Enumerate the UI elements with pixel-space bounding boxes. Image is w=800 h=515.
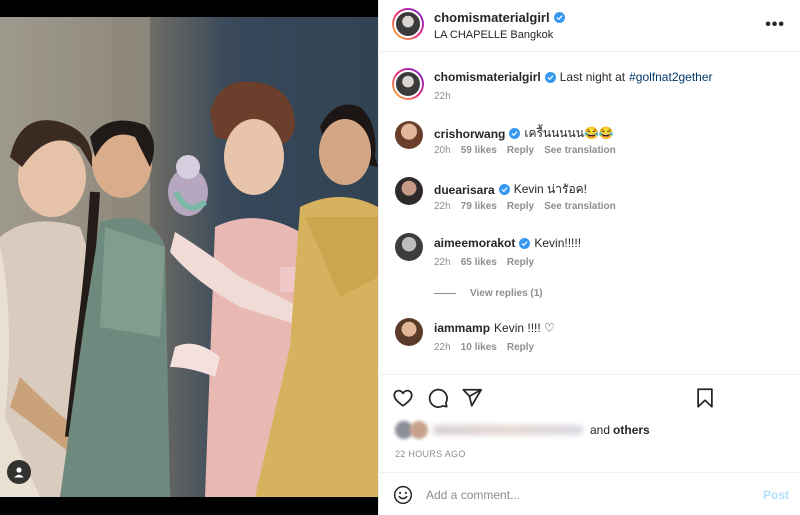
see-translation-button[interactable]: See translation [544, 201, 616, 212]
caption-meta: 22h [434, 91, 451, 102]
comment-text: Kevin!!!!! [534, 236, 582, 250]
comments-list: chomismaterialgirl Last night at #golfna… [379, 52, 800, 374]
avatar [394, 10, 422, 38]
reply-button[interactable]: Reply [507, 342, 534, 353]
caption-line: chomismaterialgirl Last night at #golfna… [434, 70, 713, 84]
comment-meta: 22h 65 likes Reply [434, 257, 534, 268]
post-details-panel: chomismaterialgirl LA CHAPELLE Bangkok •… [378, 0, 800, 515]
comment-time[interactable]: 22h [434, 342, 451, 353]
emoji-icon[interactable] [393, 485, 413, 505]
more-options-label: ••• [765, 16, 785, 33]
add-comment-bar: Post [379, 472, 800, 515]
comment-time[interactable]: 22h [434, 201, 451, 212]
post-comment-button[interactable]: Post [763, 488, 789, 502]
post-author-username[interactable]: chomismaterialgirl [434, 10, 550, 25]
instagram-post: chomismaterialgirl LA CHAPELLE Bangkok •… [0, 0, 800, 515]
avatar[interactable] [395, 177, 423, 205]
comment-input[interactable] [426, 483, 746, 507]
share-icon[interactable] [461, 387, 483, 409]
avatar [410, 421, 428, 439]
liked-by-connector: and [590, 423, 611, 437]
reply-button[interactable]: Reply [507, 201, 534, 212]
comment-username[interactable]: crishorwang [434, 127, 505, 141]
comment-line: aimeemorakot Kevin!!!!! [434, 236, 581, 250]
comment-time[interactable]: 20h [434, 145, 451, 156]
comment-line: crishorwang เครื้นนนนน😂😂 [434, 124, 614, 143]
photo-illustration [0, 17, 378, 497]
view-replies-button[interactable]: View replies (1) [434, 288, 543, 299]
comment-likes[interactable]: 65 likes [461, 257, 497, 268]
comment-line: iammamp Kevin !!!! ♡ [434, 321, 555, 335]
comment-username[interactable]: duearisara [434, 183, 495, 197]
avatar[interactable] [395, 121, 423, 149]
caption-text: Last night at [559, 70, 626, 84]
comment-username[interactable]: iammamp [434, 321, 490, 335]
verified-badge-icon [498, 184, 510, 195]
replies-divider [434, 293, 456, 294]
post-actions-bar [379, 374, 800, 418]
post-timestamp[interactable]: 22 HOURS AGO [395, 449, 466, 459]
caption-username[interactable]: chomismaterialgirl [434, 70, 541, 84]
post-author[interactable]: chomismaterialgirl [434, 10, 565, 25]
post-location[interactable]: LA CHAPELLE Bangkok [434, 29, 553, 41]
comment-meta: 22h 10 likes Reply [434, 342, 534, 353]
verified-badge-icon [509, 128, 521, 139]
comment-likes[interactable]: 59 likes [461, 145, 497, 156]
see-translation-button[interactable]: See translation [544, 145, 616, 156]
blurred-liker-name [433, 425, 583, 435]
comment-text: เครื้นนนนน😂😂 [524, 126, 614, 140]
verified-badge-icon [519, 237, 531, 249]
liked-by[interactable]: and others [395, 420, 650, 440]
bookmark-icon[interactable] [694, 387, 716, 409]
reply-button[interactable]: Reply [507, 257, 534, 268]
profile-avatar-ring[interactable] [392, 8, 424, 40]
caption-time[interactable]: 22h [434, 91, 451, 102]
comment-text: Kevin !!!! ♡ [494, 321, 555, 335]
comment-likes[interactable]: 10 likes [461, 342, 497, 353]
reply-button[interactable]: Reply [507, 145, 534, 156]
user-tag-icon[interactable] [7, 460, 31, 484]
heart-icon[interactable] [392, 387, 414, 409]
verified-badge-icon [544, 71, 556, 83]
post-photo[interactable] [0, 17, 378, 497]
comment-meta: 22h 79 likes Reply See translation [434, 201, 616, 212]
liked-by-others[interactable]: others [613, 423, 650, 437]
user-silhouette-icon [14, 467, 24, 478]
verified-badge-icon [553, 12, 565, 23]
avatar [394, 70, 422, 98]
avatar[interactable] [395, 318, 423, 346]
comment-username[interactable]: aimeemorakot [434, 236, 515, 250]
comment-likes[interactable]: 79 likes [461, 201, 497, 212]
comment-line: duearisara Kevin น่ารัอค! [434, 180, 587, 199]
caption-hashtag[interactable]: #golfnat2gether [629, 70, 712, 84]
post-header: chomismaterialgirl LA CHAPELLE Bangkok •… [379, 0, 800, 52]
view-replies-label: View replies (1) [470, 288, 543, 299]
comment-meta: 20h 59 likes Reply See translation [434, 145, 616, 156]
comment-icon[interactable] [427, 387, 449, 409]
more-options-icon[interactable]: ••• [765, 16, 785, 34]
avatar[interactable] [395, 233, 423, 261]
caption-avatar-ring[interactable] [392, 68, 424, 100]
post-photo-container [0, 0, 378, 515]
comment-text: Kevin น่ารัอค! [513, 182, 588, 196]
comment-time[interactable]: 22h [434, 257, 451, 268]
